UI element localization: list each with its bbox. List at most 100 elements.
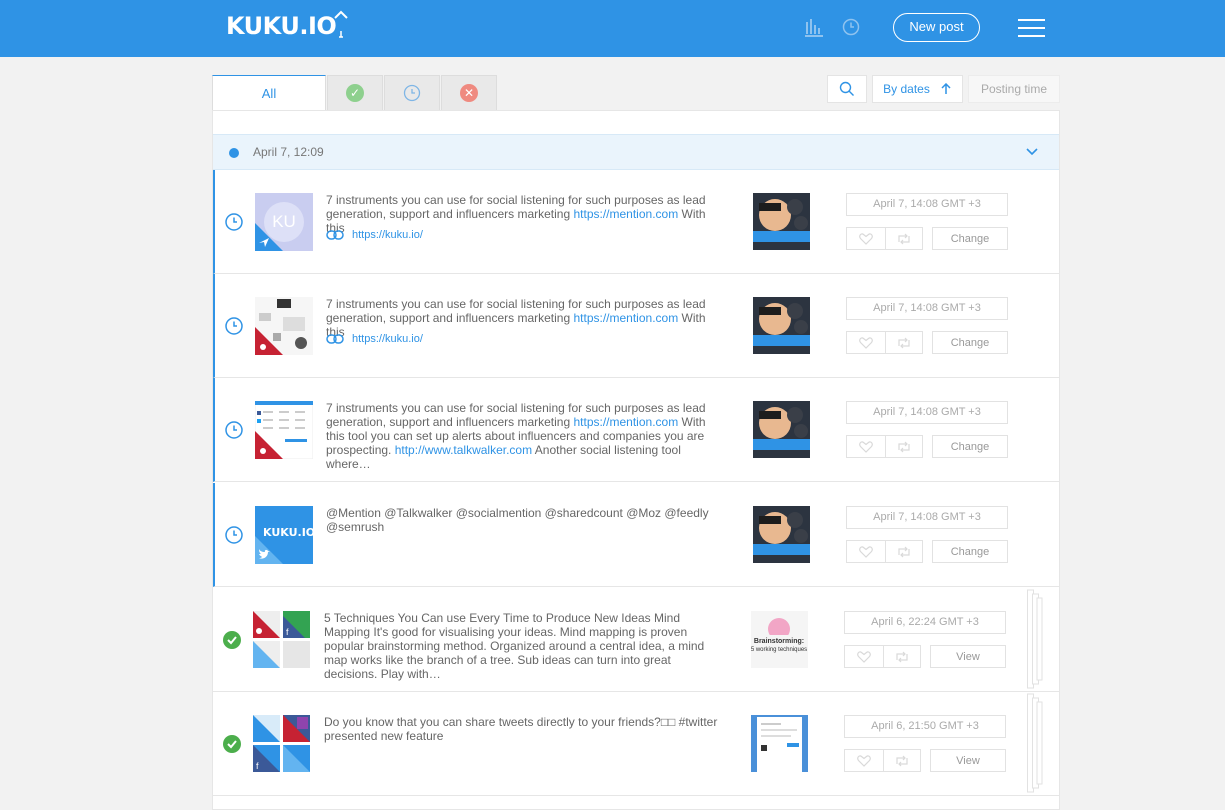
stacked-cards-icon — [1027, 693, 1043, 793]
avatar: KUKU.IO — [255, 506, 313, 564]
retweet-button[interactable] — [885, 227, 923, 250]
tab-failed[interactable]: ✕ — [441, 75, 497, 110]
attached-link[interactable]: https://kuku.io/ — [326, 229, 423, 241]
post-thumbnail[interactable] — [753, 506, 810, 563]
clock-icon — [225, 213, 243, 231]
posting-time-button[interactable]: Posting time — [968, 75, 1060, 103]
post-row[interactable]: 7 instruments you can use for social lis… — [213, 378, 1059, 482]
post-thumbnail[interactable] — [753, 297, 810, 354]
heart-icon — [859, 336, 873, 349]
post-text: Do you know that you can share tweets di… — [324, 715, 718, 743]
post-thumbnail[interactable]: Brainstorming: 5 working techniques — [751, 611, 808, 668]
view-button[interactable]: View — [930, 749, 1006, 772]
avatar — [255, 297, 313, 355]
attached-link[interactable]: https://kuku.io/ — [326, 333, 423, 345]
clock-icon[interactable] — [840, 16, 862, 38]
stats-icon[interactable] — [803, 16, 825, 38]
post-text: 7 instruments you can use for social lis… — [326, 401, 706, 471]
retweet-icon — [898, 441, 910, 452]
clock-icon — [225, 317, 243, 335]
retweet-button[interactable] — [883, 645, 921, 668]
stacked-cards-icon — [1027, 589, 1043, 689]
heart-icon — [857, 754, 871, 767]
retweet-button[interactable] — [885, 540, 923, 563]
tab-scheduled[interactable] — [384, 75, 440, 110]
check-icon — [223, 631, 241, 649]
posts-panel: April 7, 12:09 KU 7 instruments you can … — [212, 110, 1060, 810]
social-listening-image — [753, 193, 810, 250]
avatar — [255, 401, 313, 459]
heart-icon — [859, 440, 873, 453]
heart-icon — [857, 650, 871, 663]
network-grid-icon: f — [253, 715, 310, 772]
retweet-icon — [898, 233, 910, 244]
post-thumbnail[interactable] — [753, 193, 810, 250]
link-icon — [326, 334, 344, 344]
post-row[interactable]: KU 7 instruments you can use for social … — [213, 170, 1059, 274]
search-icon — [839, 81, 854, 96]
post-date: April 7, 14:08 GMT +3 — [846, 506, 1008, 529]
svg-text:Brainstorming:: Brainstorming: — [754, 638, 804, 645]
social-listening-image — [753, 297, 810, 354]
heart-icon — [859, 545, 873, 558]
menu-icon[interactable] — [1018, 19, 1045, 37]
post-thumbnail[interactable] — [753, 401, 810, 458]
sort-by-dates-button[interactable]: By dates — [872, 75, 963, 103]
new-post-button[interactable]: New post — [893, 13, 980, 42]
sort-label: By dates — [883, 82, 930, 96]
brainstorming-image: Brainstorming: 5 working techniques — [751, 611, 808, 668]
post-row[interactable]: f Do you know that you can share tweets … — [213, 692, 1059, 796]
search-button[interactable] — [827, 75, 867, 103]
multi-network-avatar: f — [253, 715, 311, 773]
change-button[interactable]: Change — [932, 331, 1008, 354]
close-icon: ✕ — [460, 84, 478, 102]
like-button[interactable] — [846, 331, 886, 354]
top-bar: KUKU.IO New post — [0, 0, 1225, 57]
retweet-button[interactable] — [885, 331, 923, 354]
tab-published[interactable]: ✓ — [327, 75, 383, 110]
date-group-header[interactable]: April 7, 12:09 — [213, 134, 1059, 170]
heart-icon — [859, 232, 873, 245]
link-icon — [326, 230, 344, 240]
post-date: April 7, 14:08 GMT +3 — [846, 193, 1008, 216]
chevron-down-icon[interactable] — [1025, 147, 1039, 157]
like-button[interactable] — [844, 749, 884, 772]
post-thumbnail[interactable] — [751, 715, 808, 772]
group-date: April 7, 12:09 — [253, 145, 324, 159]
table-screenshot — [255, 401, 313, 459]
desk-photo — [255, 297, 313, 355]
change-button[interactable]: Change — [932, 540, 1008, 563]
like-button[interactable] — [846, 435, 886, 458]
view-button[interactable]: View — [930, 645, 1006, 668]
change-button[interactable]: Change — [932, 435, 1008, 458]
check-icon: ✓ — [346, 84, 364, 102]
clock-icon — [225, 526, 243, 544]
retweet-icon — [896, 651, 908, 662]
post-date: April 7, 14:08 GMT +3 — [846, 297, 1008, 320]
check-icon — [223, 735, 241, 753]
svg-text:5 working techniques: 5 working techniques — [751, 647, 807, 653]
retweet-button[interactable] — [885, 435, 923, 458]
like-button[interactable] — [846, 227, 886, 250]
logo[interactable]: KUKU.IO — [226, 9, 348, 49]
like-button[interactable] — [846, 540, 886, 563]
post-link[interactable]: https://mention.com — [573, 207, 678, 221]
post-link[interactable]: http://www.talkwalker.com — [395, 443, 532, 457]
post-link[interactable]: https://mention.com — [573, 311, 678, 325]
like-button[interactable] — [844, 645, 884, 668]
post-link[interactable]: https://mention.com — [573, 415, 678, 429]
logo-house-icon — [334, 10, 348, 38]
retweet-button[interactable] — [883, 749, 921, 772]
twitter-screenshot-image — [751, 715, 808, 772]
change-button[interactable]: Change — [932, 227, 1008, 250]
post-row[interactable]: 7 instruments you can use for social lis… — [213, 274, 1059, 378]
group-dot — [229, 148, 239, 158]
post-row[interactable]: f 5 Techniques You Can use Every Time to… — [213, 588, 1059, 692]
post-row[interactable]: KUKU.IO @Mention @Talkwalker @socialment… — [213, 483, 1059, 587]
tab-all[interactable]: All — [212, 75, 326, 111]
clock-icon — [403, 84, 421, 102]
post-text: @Mention @Talkwalker @socialmention @sha… — [326, 506, 709, 534]
multi-network-avatar: f — [253, 611, 311, 669]
logo-text: KUKU.IO — [226, 12, 337, 40]
clock-icon — [225, 421, 243, 439]
